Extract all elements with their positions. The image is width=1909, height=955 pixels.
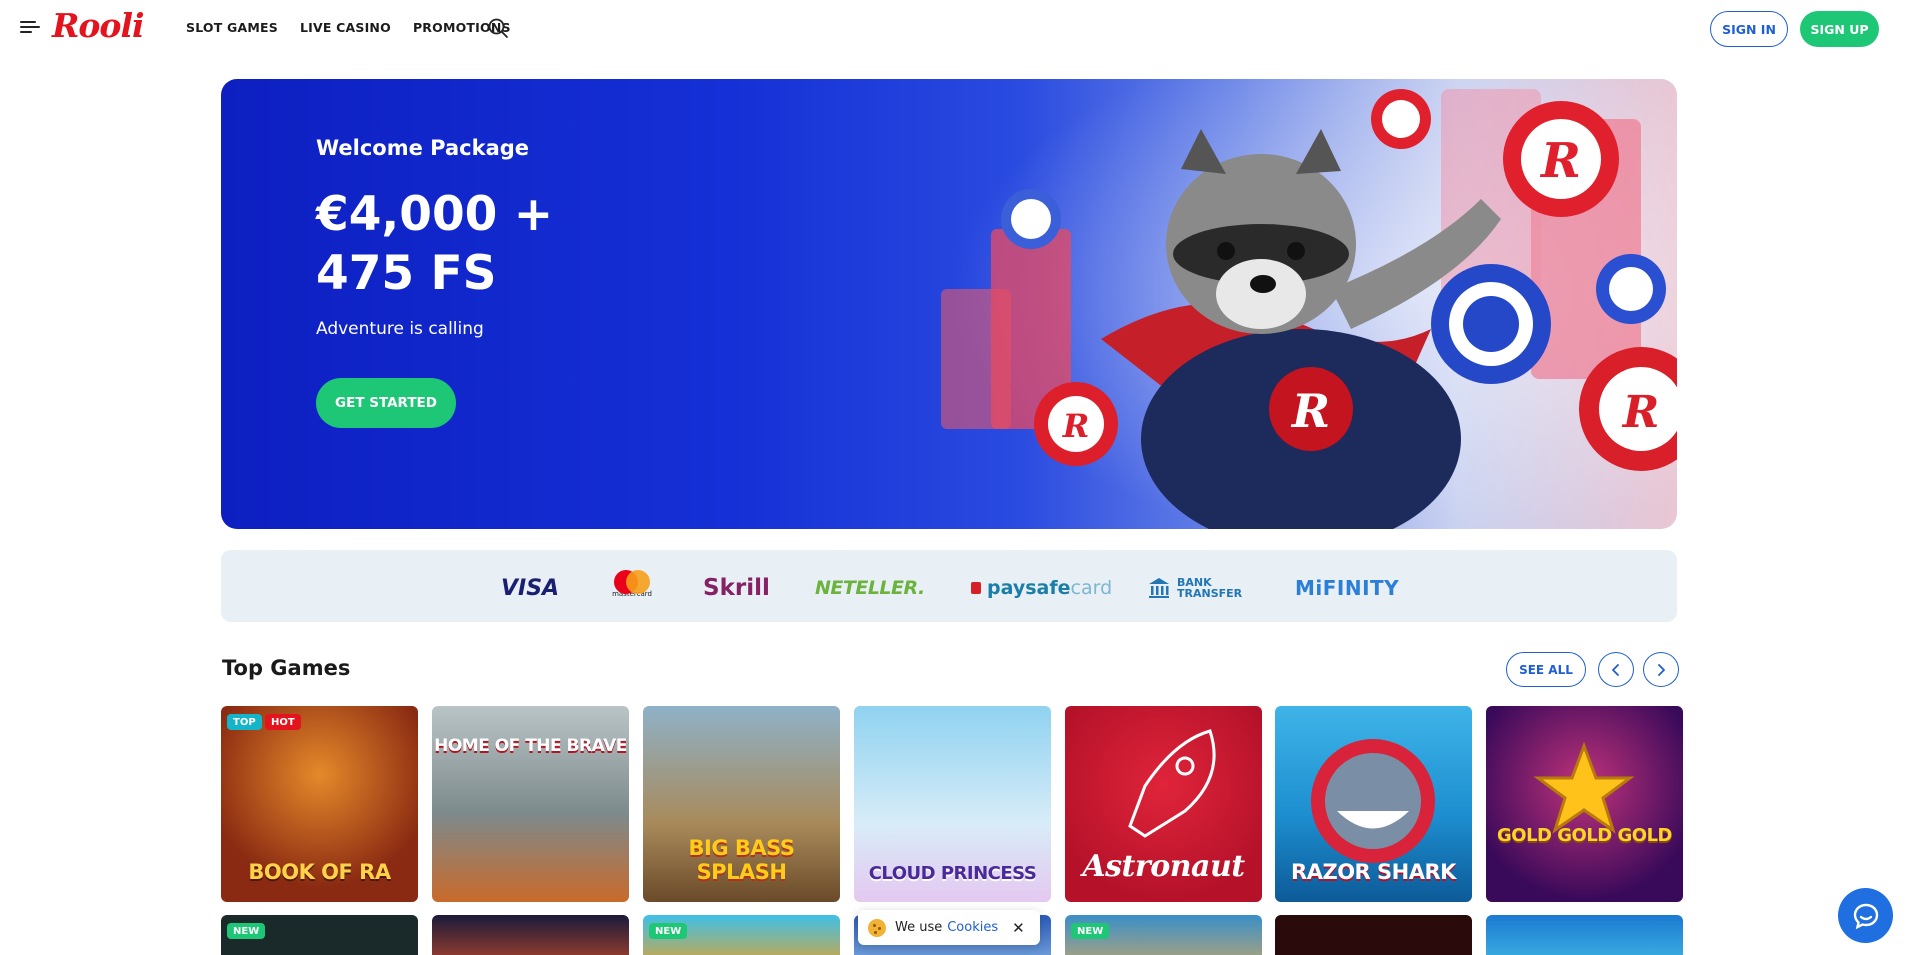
game-tile-book-of-ra[interactable]: TOP HOT BOOK OF RA — [221, 706, 418, 902]
main-nav: SLOT GAMES LIVE CASINO PROMOTIONS — [186, 20, 511, 35]
mastercard-circles-icon — [612, 570, 652, 594]
hero-raccoon-illustration: R R R R — [941, 89, 1677, 529]
site-header: Rooli SLOT GAMES LIVE CASINO PROMOTIONS … — [0, 0, 1909, 56]
chat-button[interactable] — [1838, 888, 1893, 943]
game-tile-row2-2[interactable] — [432, 915, 629, 955]
game-tile-home-of-the-brave[interactable]: HOME OF THE BRAVE — [432, 706, 629, 902]
nav-live-casino[interactable]: LIVE CASINO — [300, 20, 391, 35]
chevron-left-icon — [1612, 663, 1619, 676]
mastercard-logo: mastercard — [609, 570, 655, 598]
svg-text:R: R — [1062, 407, 1090, 445]
bank-icon — [1149, 578, 1169, 598]
game-title: GOLD GOLD GOLD — [1497, 825, 1673, 846]
game-tile-cloud-princess[interactable]: CLOUD PRINCESS — [854, 706, 1051, 902]
hero-banner[interactable]: R R R R Welcome Package €4,000 + 475 FS … — [221, 79, 1677, 529]
chevron-right-icon — [1658, 663, 1665, 676]
visa-logo: VISA — [501, 575, 560, 601]
badge-new: NEW — [227, 923, 266, 939]
game-title: HOME OF THE BRAVE — [434, 736, 627, 756]
menu-icon[interactable] — [20, 19, 40, 35]
game-title: RAZOR SHARK — [1291, 860, 1456, 884]
game-title: BIG BASS SPLASH — [688, 836, 795, 884]
nav-slot-games[interactable]: SLOT GAMES — [186, 20, 278, 35]
skrill-logo: Skrill — [703, 575, 770, 601]
star-icon — [1533, 741, 1635, 834]
top-games-title: Top Games — [222, 656, 351, 680]
badge-new: NEW — [649, 923, 688, 939]
game-tile-gold-gold-gold[interactable]: GOLD GOLD GOLD — [1486, 706, 1683, 902]
game-tile-astronaut[interactable]: Astronaut — [1065, 706, 1262, 902]
game-tile-row2-1[interactable]: NEW — [221, 915, 418, 955]
game-title: Astronaut — [1082, 849, 1245, 884]
carousel-next-button[interactable] — [1643, 652, 1679, 687]
game-tile-row2-6[interactable] — [1275, 915, 1472, 955]
lock-icon — [971, 582, 981, 594]
get-started-button[interactable]: GET STARTED — [316, 378, 456, 428]
game-tile-row2-5[interactable]: NEW — [1065, 915, 1262, 955]
close-icon[interactable]: ✕ — [1012, 919, 1025, 937]
logo[interactable]: Rooli — [52, 6, 145, 45]
sign-up-button[interactable]: SIGN UP — [1800, 11, 1879, 47]
payment-methods-bar: VISA mastercard Skrill NETELLER. paysafe… — [221, 550, 1677, 622]
game-tile-big-bass-splash[interactable]: BIG BASS SPLASH — [643, 706, 840, 902]
see-all-button[interactable]: SEE ALL — [1506, 652, 1586, 687]
badge-top: TOP — [227, 714, 262, 730]
cookie-banner: We use Cookies ✕ — [858, 910, 1040, 945]
svg-text:R: R — [1539, 133, 1581, 189]
cookie-icon — [868, 918, 886, 937]
carousel-prev-button[interactable] — [1598, 652, 1634, 687]
svg-text:R: R — [1290, 384, 1330, 438]
search-icon[interactable] — [487, 17, 509, 39]
cookies-link[interactable]: Cookies — [947, 920, 998, 935]
badge-new: NEW — [1071, 923, 1110, 939]
chat-icon — [1853, 903, 1878, 929]
neteller-logo: NETELLER. — [815, 577, 925, 599]
game-tile-row2-3[interactable]: NEW — [643, 915, 840, 955]
game-tile-razor-shark[interactable]: RAZOR SHARK — [1275, 706, 1472, 902]
hero-title: €4,000 + 475 FS — [316, 187, 554, 301]
paysafecard-logo: paysafe card — [971, 574, 1112, 602]
bank-transfer-logo: BANK TRANSFER — [1147, 574, 1242, 602]
game-tile-row2-7[interactable] — [1486, 915, 1683, 955]
mifinity-logo: MiFINITY — [1295, 576, 1400, 600]
paysafe-light-text: card — [1070, 577, 1113, 599]
game-title: BOOK OF RA — [248, 860, 391, 884]
paysafe-bold-text: paysafe — [987, 577, 1071, 599]
sign-in-button[interactable]: SIGN IN — [1710, 11, 1788, 47]
hero-eyebrow: Welcome Package — [316, 136, 530, 160]
game-title: CLOUD PRINCESS — [868, 863, 1037, 884]
bank-label-2: TRANSFER — [1177, 587, 1243, 600]
hero-subtitle: Adventure is calling — [316, 319, 484, 339]
chip-red-1: R — [1503, 101, 1619, 217]
badge-hot: HOT — [265, 714, 301, 730]
cookie-text: We use — [895, 920, 943, 935]
svg-text:R: R — [1621, 387, 1660, 438]
